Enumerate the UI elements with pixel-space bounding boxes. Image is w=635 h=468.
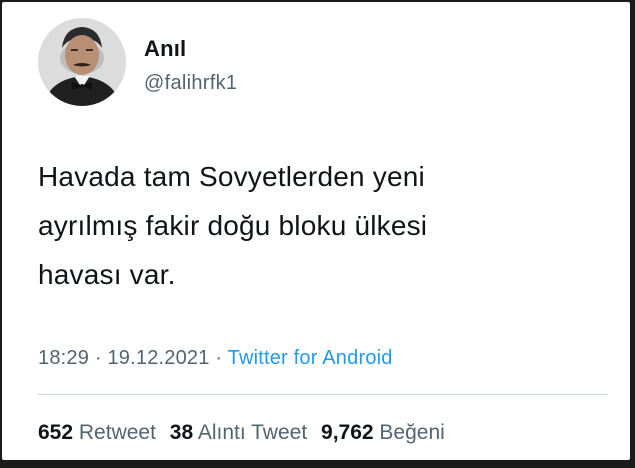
retweet-count: 652 — [38, 421, 74, 444]
like-count: 9,762 — [321, 421, 374, 444]
meta-separator: · — [94, 347, 102, 369]
tweet-text-line: ayrılmış fakir doğu bloku ülkesi — [38, 210, 428, 241]
divider — [38, 394, 608, 395]
tweet-date[interactable]: 19.12.2021 — [107, 347, 209, 369]
meta-separator: · — [215, 347, 223, 369]
tweet-card: Anıl @falihrfk1 Havada tam Sovyetlerden … — [2, 2, 630, 460]
like-label: Beğeni — [379, 421, 445, 444]
retweet-stat[interactable]: 652 Retweet — [38, 421, 162, 444]
user-handle[interactable]: @falihrfk1 — [144, 72, 237, 95]
quote-tweet-stat[interactable]: 38 Alıntı Tweet — [170, 421, 313, 444]
retweet-label: Retweet — [78, 421, 156, 444]
tweet-text-line: Havada tam Sovyetlerden yeni — [38, 161, 425, 192]
tweet-text: Havada tam Sovyetlerden yeni ayrılmış fa… — [38, 152, 598, 299]
quote-tweet-count: 38 — [169, 421, 194, 444]
tweet-source-link[interactable]: Twitter for Android — [228, 347, 393, 369]
tweet-text-line: havası var. — [38, 259, 176, 290]
tweet-time[interactable]: 18:29 — [38, 347, 89, 369]
like-stat[interactable]: 9,762 Beğeni — [321, 421, 445, 444]
avatar-portrait-image — [38, 18, 126, 106]
display-name[interactable]: Anıl — [144, 36, 186, 62]
avatar[interactable] — [38, 18, 126, 106]
tweet-stats: 652 Retweet 38 Alıntı Tweet 9,762 Beğeni — [38, 421, 453, 445]
tweet-meta: 18:29 · 19.12.2021 · Twitter for Android — [38, 347, 393, 370]
quote-tweet-label: Alıntı Tweet — [197, 421, 308, 444]
